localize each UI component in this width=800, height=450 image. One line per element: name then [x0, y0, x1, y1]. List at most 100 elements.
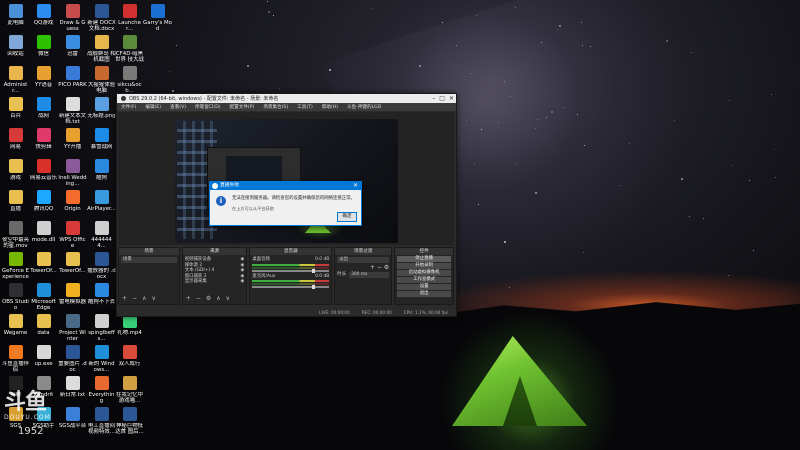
desktop-icon[interactable]: 双人成行: [115, 342, 144, 367]
desktop-icon[interactable]: 网易: [1, 125, 30, 150]
control-button[interactable]: 工作室模式: [397, 277, 451, 283]
desktop-icon[interactable]: 播放器的 .docx: [87, 249, 116, 280]
desktop-icon[interactable]: 雷电模拟器: [58, 280, 87, 305]
desktop-icon[interactable]: 微信: [29, 32, 58, 57]
control-button[interactable]: 退出: [397, 291, 451, 297]
desktop-icon[interactable]: QQ游戏: [29, 1, 58, 26]
menu-item[interactable]: 场景集合(S): [263, 104, 288, 110]
desktop-icon[interactable]: Project Winter: [58, 311, 87, 342]
desktop-icon[interactable]: 在我记忆中 游戏喵...: [115, 373, 144, 404]
desktop-icon[interactable]: Administr...: [1, 63, 30, 94]
duration-input[interactable]: 300 ms: [349, 272, 390, 278]
desktop-icon[interactable]: 酷狗: [87, 156, 116, 181]
desktop-icon[interactable]: 新建 DOCX 文档.docx: [87, 1, 116, 32]
desktop-icon[interactable]: GeForce Experience: [1, 249, 30, 280]
desktop-icon[interactable]: 大猩猩体验 电脑: [87, 63, 116, 94]
desktop-icon[interactable]: 神秘巨物抵 达首 图后...: [115, 404, 144, 435]
desktop-icon[interactable]: 此电脑: [1, 1, 30, 26]
menu-item[interactable]: 工具(T): [297, 104, 313, 110]
desktop-icon[interactable]: spinglbeffs...: [87, 311, 116, 342]
desktop-icon[interactable]: data: [29, 311, 58, 336]
move-up-icon[interactable]: ∧: [142, 295, 146, 302]
close-icon[interactable]: ✕: [449, 95, 454, 102]
obs-title-bar[interactable]: OBS 29.0.2 (64-bit, windows) - 配置文件: 未命名…: [117, 94, 456, 103]
add-source-icon[interactable]: +: [186, 295, 191, 302]
yy-live-icon: [65, 128, 80, 142]
desktop-icon[interactable]: AirPlayer...: [87, 187, 116, 212]
desktop-icon[interactable]: 无标题.png: [87, 94, 116, 119]
desktop-icon[interactable]: 战舰群岛 相机截图: [87, 32, 116, 63]
desktop-icon[interactable]: 网易云音乐: [29, 156, 58, 181]
desktop-icon[interactable]: 新的 Windows...: [87, 342, 116, 373]
desktop-icon[interactable]: YY语音: [29, 63, 58, 88]
desktop-icon[interactable]: 回收站: [1, 32, 30, 57]
remove-scene-icon[interactable]: −: [132, 295, 137, 302]
desktop-icon[interactable]: 重要图片 .doc: [58, 342, 87, 373]
source-item[interactable]: 显示器采集 ◉: [185, 279, 245, 285]
control-button[interactable]: 启动虚拟摄像机: [397, 270, 451, 276]
desktop-icon[interactable]: 迅雷: [58, 32, 87, 57]
desktop-icon[interactable]: Microsoft Edge: [29, 280, 58, 311]
desktop-icon[interactable]: 新建文本文 档.txt: [58, 94, 87, 125]
move-up-icon[interactable]: ∧: [216, 295, 220, 302]
desktop-icon[interactable]: CF4D-暗黑世界 技大战: [115, 32, 144, 63]
desktop-icon[interactable]: up.exe: [29, 342, 58, 367]
desktop-icon[interactable]: TowerOf...: [29, 249, 58, 274]
desktop-icon[interactable]: 暴雪战网: [87, 125, 116, 150]
desktop-icon[interactable]: Garry's Mod: [143, 1, 172, 32]
source-settings-icon[interactable]: ⚙: [206, 295, 211, 302]
desktop-icon[interactable]: Everything: [87, 373, 116, 404]
desktop-icon[interactable]: PICO PARK: [58, 63, 87, 88]
close-icon[interactable]: ✕: [353, 182, 358, 190]
maximize-icon[interactable]: □: [439, 95, 445, 102]
volume-slider[interactable]: [252, 268, 330, 273]
transition-type-select[interactable]: 淡出: [337, 257, 390, 263]
remove-source-icon[interactable]: −: [196, 295, 201, 302]
desktop-icon[interactable]: Ineli Wedding...: [58, 156, 87, 187]
desktop-icon[interactable]: 直播: [1, 187, 30, 212]
dialog-title-bar[interactable]: 直播失败 ✕: [210, 182, 361, 190]
desktop-icon[interactable]: 电工直播间 视频特效...: [87, 404, 116, 435]
menu-item[interactable]: 编辑(E): [145, 104, 161, 110]
desktop-icon[interactable]: 酷狗不下去: [87, 280, 116, 305]
ok-button[interactable]: 确定: [337, 212, 357, 222]
desktop-icon[interactable]: WPS Office: [58, 218, 87, 249]
desktop-icon[interactable]: Wegame: [1, 311, 30, 336]
desktop-icon[interactable]: Draw & Guess: [58, 1, 87, 32]
desktop-icon[interactable]: 4444444...: [87, 218, 116, 249]
desktop-icon[interactable]: 百兵: [1, 94, 30, 119]
menu-item[interactable]: 配置文件(P): [230, 104, 255, 110]
transition-settings-icon[interactable]: ⚙: [384, 264, 389, 271]
desktop-icon[interactable]: 夜空中最亮 的星.mov: [1, 218, 30, 249]
add-transition-icon[interactable]: +: [370, 264, 375, 271]
desktop-icon[interactable]: 游戏: [1, 156, 30, 181]
minimize-icon[interactable]: –: [432, 95, 435, 102]
desktop-icon[interactable]: TowerOf...: [58, 249, 87, 274]
star: [545, 116, 547, 118]
menu-item[interactable]: 查看(V): [170, 104, 186, 110]
control-button[interactable]: 设置: [397, 284, 451, 290]
menu-item[interactable]: 文件(F): [121, 104, 136, 110]
menu-item[interactable]: 帮助(H): [322, 104, 338, 110]
desktop-icon[interactable]: mode.dll: [29, 218, 58, 243]
desktop-icon[interactable]: 腾讯QQ: [29, 187, 58, 212]
desktop-icon[interactable]: 战网: [29, 94, 58, 119]
menu-item[interactable]: 斗鱼-神键的LGD: [347, 104, 381, 110]
add-scene-icon[interactable]: +: [122, 295, 127, 302]
move-down-icon[interactable]: ∨: [226, 295, 230, 302]
desktop-icon[interactable]: 快剪辑: [29, 125, 58, 150]
scene-item[interactable]: 场景: [121, 257, 177, 263]
control-button[interactable]: 停止直播: [397, 256, 451, 262]
volume-slider[interactable]: [252, 285, 330, 290]
menu-item[interactable]: 停靠窗口(D): [195, 104, 221, 110]
desktop-icon[interactable]: 斗鱼直播伴侣: [1, 342, 30, 373]
desktop-icon[interactable]: Origin: [58, 187, 87, 212]
visibility-eye-icon[interactable]: ◉: [241, 279, 245, 285]
desktop-icon[interactable]: OBS Studio: [1, 280, 30, 311]
desktop-icon[interactable]: Launcher...: [115, 1, 144, 32]
remove-transition-icon[interactable]: −: [377, 264, 382, 271]
desktop-icon[interactable]: sikcu&ocb...: [115, 63, 144, 94]
desktop-icon[interactable]: YY开播: [58, 125, 87, 150]
move-down-icon[interactable]: ∨: [151, 295, 155, 302]
control-button[interactable]: 开始录制: [397, 263, 451, 269]
